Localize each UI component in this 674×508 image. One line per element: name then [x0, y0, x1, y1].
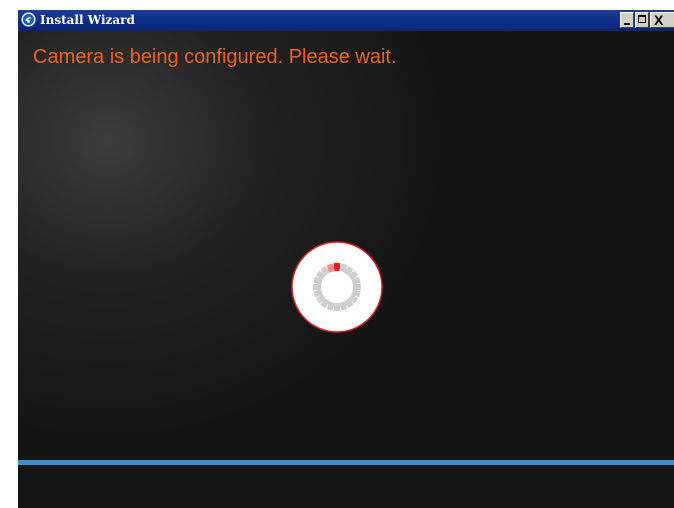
close-icon: X — [654, 12, 664, 28]
wizard-content: Camera is being configured. Please wait. — [18, 31, 674, 508]
minimize-button[interactable] — [620, 12, 634, 28]
window-title: Install Wizard — [40, 13, 135, 27]
title-bar[interactable]: Install Wizard X — [18, 10, 674, 31]
spinner-segment — [334, 303, 340, 311]
footer-bar — [18, 465, 674, 508]
maximize-icon — [638, 15, 646, 23]
loading-spinner-icon — [291, 241, 383, 333]
spinner-segment — [313, 284, 321, 290]
status-message: Camera is being configured. Please wait. — [33, 46, 397, 68]
spinner-segment — [334, 263, 340, 271]
minimize-icon — [624, 23, 630, 25]
app-logo-icon — [21, 12, 36, 27]
spinner-segment — [353, 284, 361, 290]
close-button[interactable]: X — [650, 12, 674, 28]
maximize-button[interactable] — [635, 12, 649, 28]
install-wizard-window: Install Wizard X Camera is being configu… — [18, 10, 674, 508]
